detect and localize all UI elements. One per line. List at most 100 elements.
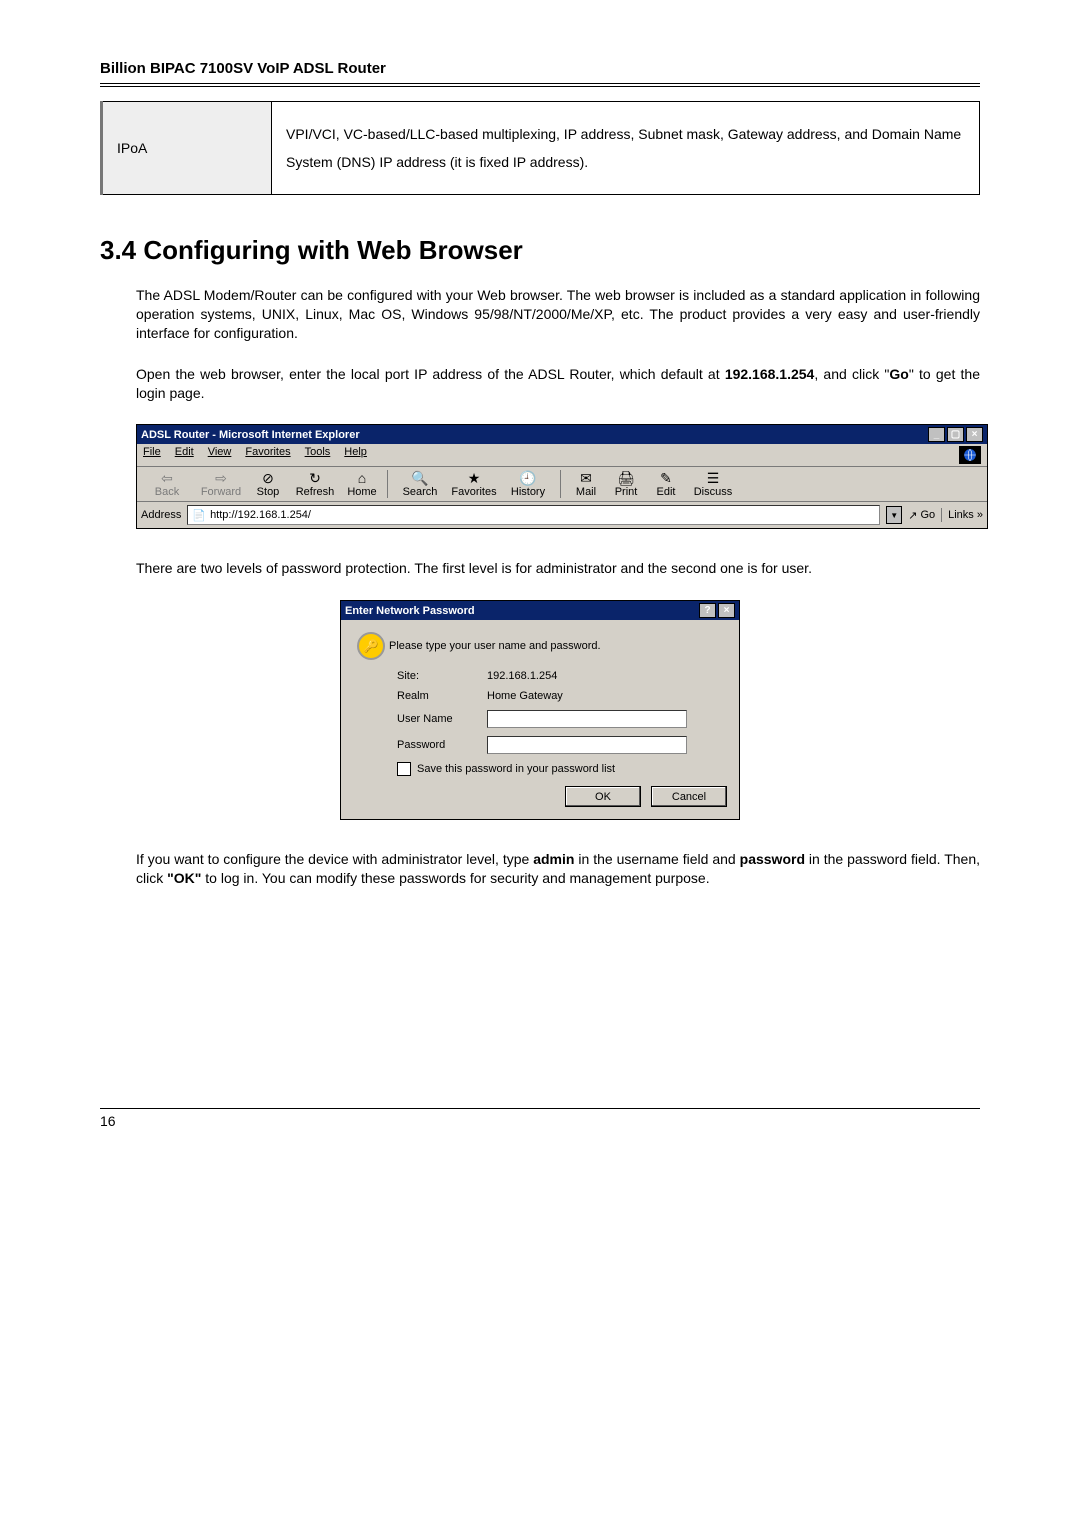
minimize-icon[interactable]: _: [928, 427, 945, 442]
para4-pre: If you want to configure the device with…: [136, 851, 533, 867]
para4-mid1: in the username field and: [574, 851, 739, 867]
ie-window: ADSL Router - Microsoft Internet Explore…: [136, 424, 988, 529]
section-title: 3.4 Configuring with Web Browser: [100, 235, 980, 266]
menu-file[interactable]: File: [143, 446, 161, 464]
go-word: Go: [889, 366, 908, 382]
mail-label: Mail: [576, 486, 596, 498]
favorites-label: Favorites: [451, 486, 496, 498]
history-label: History: [511, 486, 545, 498]
para2-pre: Open the web browser, enter the local po…: [136, 366, 725, 382]
tool-edit[interactable]: ✎Edit: [647, 471, 685, 498]
password-label: Password: [397, 739, 487, 751]
tool-history[interactable]: 🕘History: [502, 471, 554, 498]
username-label: User Name: [397, 713, 487, 725]
dialog-titlebar: Enter Network Password ? ×: [341, 601, 739, 620]
tool-refresh[interactable]: ↻Refresh: [289, 471, 341, 498]
username-input[interactable]: [487, 710, 687, 728]
ok-button[interactable]: OK: [565, 786, 641, 807]
ie-toolbar: ⇦Back ⇨Forward ⊘Stop ↻Refresh ⌂Home 🔍Sea…: [137, 467, 987, 502]
para2: Open the web browser, enter the local po…: [136, 365, 980, 403]
address-value: http://192.168.1.254/: [210, 509, 311, 521]
tool-mail[interactable]: ✉Mail: [567, 471, 605, 498]
tool-back[interactable]: ⇦Back: [141, 471, 193, 498]
address-label: Address: [141, 509, 181, 521]
tool-sep-2: [560, 470, 561, 498]
tool-discuss[interactable]: ☰Discuss: [687, 471, 739, 498]
tool-home[interactable]: ⌂Home: [343, 471, 381, 498]
menu-edit[interactable]: Edit: [175, 446, 194, 464]
page-number: 16: [100, 1113, 980, 1129]
stop-label: Stop: [257, 486, 280, 498]
print-icon: 🖨: [617, 471, 635, 485]
ipoa-label: IPoA: [102, 102, 272, 195]
tool-print[interactable]: 🖨Print: [607, 471, 645, 498]
print-label: Print: [615, 486, 638, 498]
ie-title-text: ADSL Router - Microsoft Internet Explore…: [141, 429, 360, 441]
refresh-icon: ↻: [309, 471, 321, 485]
maximize-icon[interactable]: ▢: [947, 427, 964, 442]
address-dropdown-icon[interactable]: ▼: [886, 506, 902, 524]
admin-word: admin: [533, 851, 574, 867]
mail-icon: ✉: [580, 471, 592, 485]
doc-header-title: Billion BIPAC 7100SV VoIP ADSL Router: [100, 60, 980, 83]
go-icon: ↗: [908, 509, 917, 522]
site-value: 192.168.1.254: [487, 670, 557, 682]
page-icon: 📄: [192, 509, 206, 522]
tool-search[interactable]: 🔍Search: [394, 471, 446, 498]
back-label: Back: [155, 486, 179, 498]
close-icon[interactable]: ×: [966, 427, 983, 442]
tool-favorites[interactable]: ★Favorites: [448, 471, 500, 498]
home-icon: ⌂: [358, 471, 366, 485]
para1: The ADSL Modem/Router can be configured …: [136, 286, 980, 343]
tool-forward[interactable]: ⇨Forward: [195, 471, 247, 498]
site-label: Site:: [397, 670, 487, 682]
para2-mid: , and click ": [814, 366, 889, 382]
realm-value: Home Gateway: [487, 690, 563, 702]
ipoa-table: IPoA VPI/VCI, VC-based/LLC-based multipl…: [100, 101, 980, 195]
dialog-prompt: Please type your user name and password.: [389, 640, 601, 652]
password-input[interactable]: [487, 736, 687, 754]
footer-rule: [100, 1108, 980, 1109]
discuss-label: Discuss: [694, 486, 733, 498]
default-ip: 192.168.1.254: [725, 366, 815, 382]
header-rule: [100, 83, 980, 87]
ie-addressbar: Address 📄 http://192.168.1.254/ ▼ ↗ Go L…: [137, 502, 987, 528]
go-label: Go: [920, 509, 935, 521]
go-button[interactable]: ↗ Go: [908, 509, 935, 522]
para4: If you want to configure the device with…: [136, 850, 980, 888]
key-icon: 🔑: [357, 632, 385, 660]
stop-icon: ⊘: [262, 471, 274, 485]
tool-stop[interactable]: ⊘Stop: [249, 471, 287, 498]
dialog-help-icon[interactable]: ?: [699, 603, 716, 618]
ie-menubar: File Edit View Favorites Tools Help: [137, 444, 987, 467]
edit-label: Edit: [657, 486, 676, 498]
realm-label: Realm: [397, 690, 487, 702]
discuss-icon: ☰: [707, 471, 720, 485]
links-label[interactable]: Links »: [948, 509, 983, 521]
save-password-label: Save this password in your password list: [417, 763, 615, 775]
auth-dialog: Enter Network Password ? × 🔑 Please type…: [340, 600, 740, 820]
para3: There are two levels of password protect…: [136, 559, 980, 578]
links-sep: [941, 508, 942, 522]
save-password-checkbox[interactable]: [397, 762, 411, 776]
address-input[interactable]: 📄 http://192.168.1.254/: [187, 505, 880, 525]
menu-tools[interactable]: Tools: [305, 446, 331, 464]
back-icon: ⇦: [161, 471, 173, 485]
ipoa-desc: VPI/VCI, VC-based/LLC-based multiplexing…: [272, 102, 980, 195]
favorites-icon: ★: [468, 471, 481, 485]
para4-post: to log in. You can modify these password…: [201, 870, 709, 886]
dialog-close-icon[interactable]: ×: [718, 603, 735, 618]
forward-icon: ⇨: [215, 471, 227, 485]
search-label: Search: [403, 486, 438, 498]
ok-word: "OK": [167, 870, 201, 886]
menu-view[interactable]: View: [208, 446, 232, 464]
forward-label: Forward: [201, 486, 241, 498]
tool-sep-1: [387, 470, 388, 498]
menu-help[interactable]: Help: [344, 446, 367, 464]
search-icon: 🔍: [411, 471, 428, 485]
password-word: password: [740, 851, 805, 867]
history-icon: 🕘: [519, 471, 536, 485]
ie-brand-icon: [959, 446, 981, 464]
menu-favorites[interactable]: Favorites: [245, 446, 290, 464]
cancel-button[interactable]: Cancel: [651, 786, 727, 807]
